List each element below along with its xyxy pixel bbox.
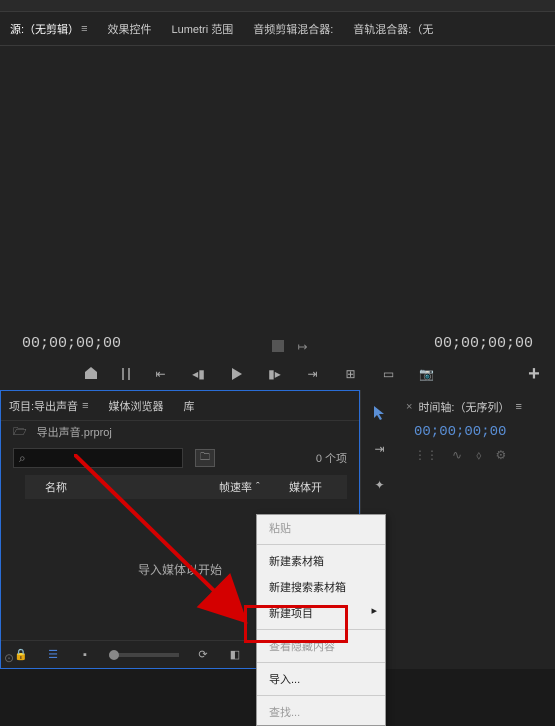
empty-hint: 导入媒体以开始 [138, 561, 222, 578]
time-duration: 00;00;00;00 [434, 335, 533, 352]
menu-new-bin[interactable]: 新建素材箱 [257, 548, 385, 574]
tab-lumetri-scopes[interactable]: Lumetri 范围 [161, 12, 243, 45]
search-input[interactable] [13, 448, 183, 468]
icon-view-icon[interactable]: ▪ [77, 647, 93, 663]
lock-icon[interactable]: 🔒 [13, 647, 29, 663]
menu-new-search-bin[interactable]: 新建搜索素材箱 [257, 574, 385, 600]
insert-icon[interactable]: ↦ [298, 340, 310, 352]
auto-sequence-icon[interactable]: ◧ [227, 647, 243, 663]
button-editor-icon[interactable]: + [527, 367, 541, 381]
insert-clip-icon[interactable]: ⊞ [344, 367, 358, 381]
timeline-panel: × 时间轴:（无序列） ≡ 00;00;00;00 ⋮⋮ ∿ ⬨ ⚙ [398, 390, 555, 669]
step-forward-icon[interactable]: ▮▸ [268, 367, 282, 381]
marker-icon[interactable]: ⬨ [476, 448, 481, 463]
fit-icon[interactable] [272, 340, 284, 352]
time-current[interactable]: 00;00;00;00 [22, 335, 121, 352]
step-back-icon[interactable]: ◂▮ [192, 367, 206, 381]
export-frame-icon[interactable]: 📷 [420, 367, 434, 381]
hamburger-icon[interactable]: ≡ [516, 401, 522, 413]
project-list-header: 名称 帧速率ˆ 媒体开 [25, 475, 347, 499]
menu-paste: 粘贴 [257, 515, 385, 541]
menu-import[interactable]: 导入... [257, 666, 385, 692]
selection-tool-icon[interactable] [369, 402, 391, 424]
project-icon: 🗁 [13, 423, 27, 442]
tab-media-browser[interactable]: 媒体浏览器 [108, 398, 163, 414]
overwrite-clip-icon[interactable]: ▭ [382, 367, 396, 381]
mark-out-icon[interactable] [122, 368, 130, 380]
go-to-out-icon[interactable]: ⇥ [306, 367, 320, 381]
ripple-edit-tool-icon[interactable]: ✦ [369, 474, 391, 496]
tab-effect-controls[interactable]: 效果控件 [97, 12, 161, 45]
annotation-highlight-box [244, 605, 348, 643]
submenu-arrow-icon: ▸ [371, 604, 377, 617]
search-glyph-icon: ⌕ [19, 451, 26, 466]
transport-bar: ⇤ ◂▮ ▮▸ ⇥ ⊞ ▭ 📷 + [0, 358, 555, 390]
source-monitor: 00;00;00;00 ↦ 00;00;00;00 ⇤ ◂▮ ▮▸ ⇥ ⊞ ▭ … [0, 46, 555, 390]
col-frame-rate[interactable]: 帧速率ˆ [219, 479, 289, 495]
hamburger-icon[interactable]: ≡ [81, 23, 87, 35]
sort-arrow-icon: ˆ [256, 481, 260, 493]
tab-audio-clip-mixer[interactable]: 音频剪辑混合器: [243, 12, 343, 45]
link-icon[interactable]: ∿ [452, 448, 462, 463]
snap-icon[interactable]: ⋮⋮ [414, 448, 438, 463]
col-name[interactable]: 名称 [33, 479, 219, 495]
list-view-icon[interactable]: ☰ [45, 647, 61, 663]
settings-icon[interactable]: ⚙ [495, 448, 506, 463]
filter-bin-icon[interactable]: 🗀 [195, 449, 215, 467]
tab-timeline[interactable]: 时间轴:（无序列） [418, 399, 509, 415]
close-icon[interactable]: × [406, 401, 412, 413]
tab-library[interactable]: 库 [183, 398, 194, 414]
go-to-in-icon[interactable]: ⇤ [154, 367, 168, 381]
track-select-tool-icon[interactable]: ⇥ [369, 438, 391, 460]
zoom-slider[interactable] [109, 653, 179, 657]
source-panel-tabs: 源:（无剪辑）≡ 效果控件 Lumetri 范围 音频剪辑混合器: 音轨混合器:… [0, 12, 555, 46]
project-filename: 导出声音.prproj [37, 424, 112, 440]
item-count: 0 个项 [316, 450, 347, 466]
sort-icon[interactable]: ⟳ [195, 647, 211, 663]
tab-source[interactable]: 源:（无剪辑）≡ [0, 12, 97, 45]
hamburger-icon[interactable]: ≡ [82, 400, 88, 412]
col-media-start[interactable]: 媒体开 [289, 479, 339, 495]
app-icon: ⊙ [4, 651, 14, 665]
mark-in-icon[interactable] [84, 367, 98, 381]
play-icon[interactable] [230, 367, 244, 381]
tab-audio-track-mixer[interactable]: 音轨混合器:（无 [343, 12, 443, 45]
menu-find: 查找... [257, 699, 385, 725]
timeline-playhead-time[interactable]: 00;00;00;00 [414, 424, 547, 440]
tab-project[interactable]: 项目:导出声音≡ [9, 398, 88, 414]
